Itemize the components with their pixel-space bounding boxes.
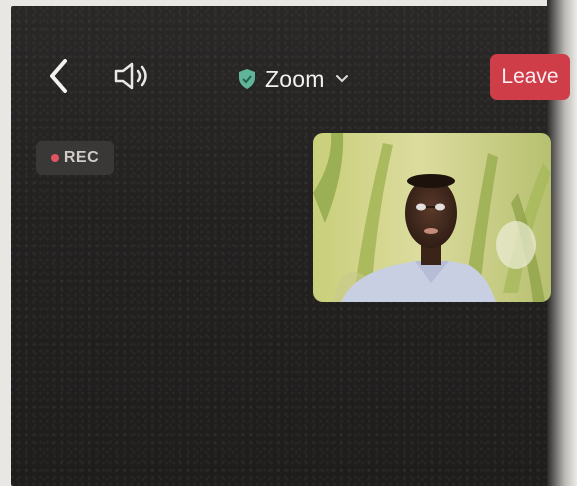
chevron-left-icon[interactable] bbox=[47, 57, 71, 95]
chevron-down-icon bbox=[335, 75, 348, 83]
recording-badge: REC bbox=[36, 141, 114, 175]
speaker-icon[interactable] bbox=[112, 60, 152, 92]
participant-video-tile[interactable] bbox=[313, 133, 551, 302]
recording-dot-icon bbox=[50, 154, 59, 162]
participant-video bbox=[313, 133, 551, 302]
meeting-title: Zoom bbox=[265, 65, 325, 92]
meeting-top-bar: Zoom Leave bbox=[11, 40, 571, 110]
shield-icon bbox=[239, 69, 255, 89]
leave-button[interactable]: Leave bbox=[490, 54, 570, 100]
meeting-title-dropdown[interactable]: Zoom bbox=[237, 62, 349, 96]
recording-label: REC bbox=[63, 149, 100, 166]
